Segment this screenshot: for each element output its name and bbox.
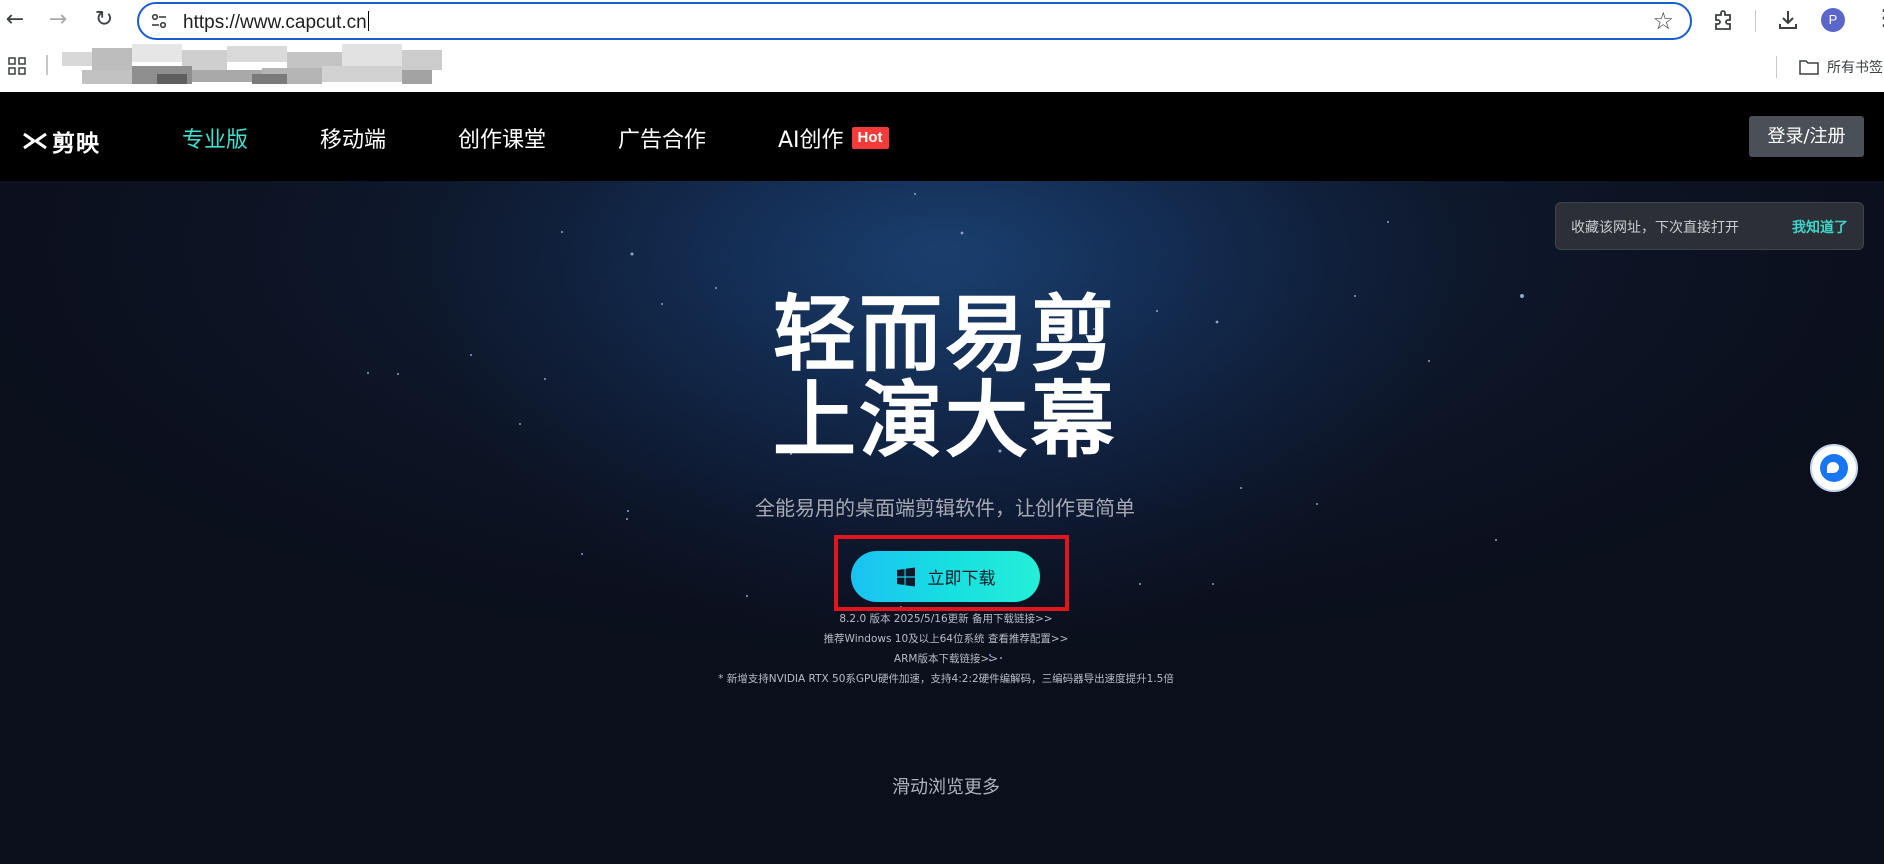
login-register-button[interactable]: 登录/注册 [1749, 116, 1864, 157]
address-bar[interactable]: https://www.capcut.cn ☆ [137, 2, 1692, 40]
bookmark-tip-confirm-button[interactable]: 我知道了 [1792, 217, 1848, 237]
toolbar-divider [1755, 10, 1756, 32]
download-now-button[interactable]: 立即下载 [851, 551, 1040, 602]
capcut-logo-icon [23, 132, 47, 150]
browser-chrome: ← → ↻ https://www.capcut.cn ☆ P ⋮ 所有书签 [0, 0, 1884, 92]
bookmarks-divider [1776, 56, 1777, 78]
capcut-page: 剪映 专业版 移动端 创作课堂 广告合作 AI创作 Hot 登录/注册 收藏该网… [0, 92, 1884, 864]
bookmark-star-icon[interactable]: ☆ [1652, 7, 1674, 35]
arm-download-link[interactable]: ARM版本下载链接>> [0, 651, 1884, 666]
feature-note: * 新增支持NVIDIA RTX 50系GPU硬件加速，支持4:2:2硬件编解码… [718, 673, 1174, 685]
folder-icon [1799, 60, 1819, 75]
nav-item-ai-creation[interactable]: AI创作 Hot [778, 122, 889, 154]
apps-grid-icon[interactable] [8, 57, 26, 75]
nav-item-course[interactable]: 创作课堂 [458, 122, 546, 154]
chat-support-button[interactable] [1810, 444, 1858, 492]
bookmark-tip-text: 收藏该网址，下次直接打开 [1571, 220, 1739, 236]
nav-item-mobile[interactable]: 移动端 [320, 122, 386, 154]
nav-item-advertising[interactable]: 广告合作 [618, 122, 706, 154]
hero-headline-line1: 轻而易剪 [773, 286, 1117, 383]
profile-avatar[interactable]: P [1821, 8, 1845, 32]
hero-headline: 轻而易剪 上演大幕 [0, 292, 1884, 464]
nav-item-ai-label: AI创作 [778, 128, 844, 153]
hot-badge: Hot [851, 127, 889, 149]
system-recommendation-link[interactable]: 推荐Windows 10及以上64位系统 查看推荐配置>> [0, 631, 1884, 646]
scroll-hint: 滑动浏览更多 [892, 777, 1000, 798]
download-label: 立即下载 [927, 569, 996, 589]
hero-headline-line2: 上演大幕 [773, 372, 1117, 469]
site-info-icon[interactable] [149, 11, 169, 31]
reload-icon[interactable]: ↻ [92, 8, 116, 32]
back-arrow-icon[interactable]: ← [3, 8, 27, 32]
version-info-link[interactable]: 8.2.0 版本 2025/5/16更新 备用下载链接>> [0, 611, 1884, 626]
logo-text: 剪映 [52, 131, 100, 157]
blurred-bookmarks [62, 44, 442, 84]
chat-bubble-icon [1827, 462, 1839, 473]
jianying-logo[interactable]: 剪映 [22, 124, 100, 158]
forward-arrow-icon[interactable]: → [46, 8, 70, 32]
all-bookmarks-button[interactable]: 所有书签 [1799, 56, 1883, 78]
extensions-icon[interactable] [1710, 6, 1738, 34]
chat-icon [1820, 454, 1848, 482]
hero-subtitle: 全能易用的桌面端剪辑软件，让创作更简单 [755, 496, 1135, 520]
more-menu-icon[interactable]: ⋮ [1873, 4, 1884, 34]
download-icon[interactable] [1774, 6, 1802, 34]
windows-icon [896, 567, 915, 586]
bookmarks-divider [46, 55, 48, 75]
url-text[interactable]: https://www.capcut.cn [183, 11, 369, 34]
all-bookmarks-label: 所有书签 [1827, 60, 1883, 76]
bookmark-tip-popup: 收藏该网址，下次直接打开 我知道了 [1555, 202, 1864, 250]
nav-item-professional[interactable]: 专业版 [182, 122, 248, 154]
site-header: 剪映 专业版 移动端 创作课堂 广告合作 AI创作 Hot 登录/注册 [0, 92, 1884, 181]
